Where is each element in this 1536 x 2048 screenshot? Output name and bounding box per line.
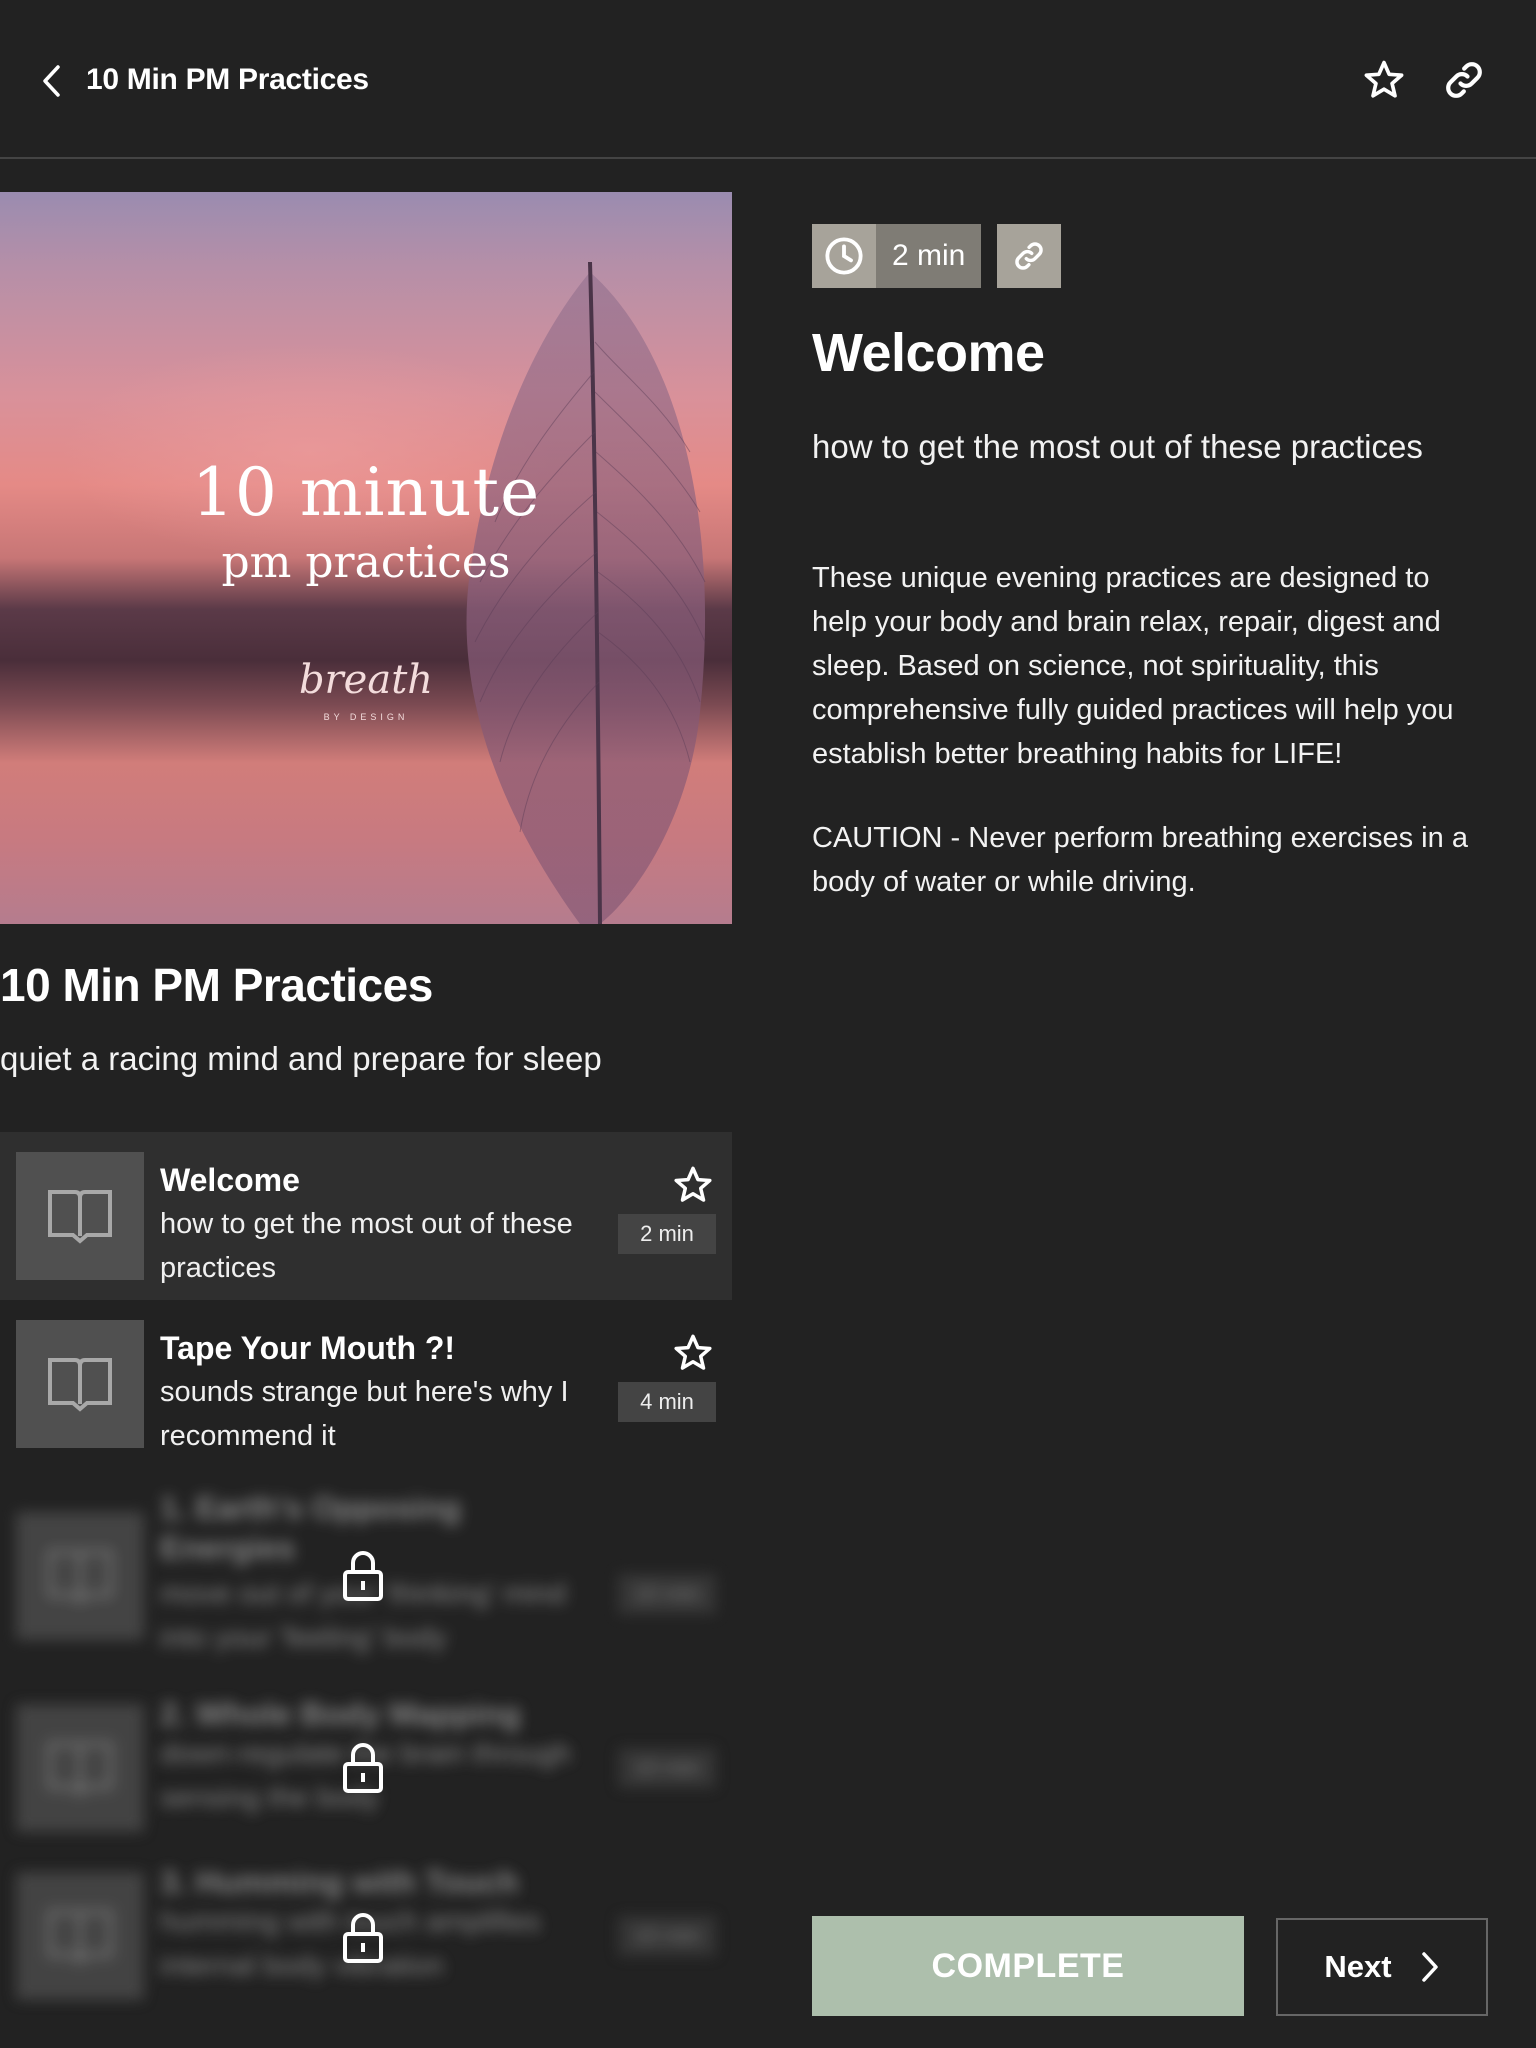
lesson-thumbnail xyxy=(16,1320,144,1448)
book-open-icon xyxy=(48,1358,112,1412)
book-open-icon xyxy=(48,1742,112,1796)
favorite-button[interactable] xyxy=(1360,56,1408,104)
lesson-description: These unique evening practices are desig… xyxy=(812,556,1492,904)
next-label: Next xyxy=(1324,1949,1392,1984)
lesson-page: 10 Min PM Practices 10 minute pm practic… xyxy=(0,0,1536,2048)
lesson-duration: 10 min xyxy=(618,1916,716,1956)
copy-link-button[interactable] xyxy=(997,224,1062,288)
lesson-thumbnail xyxy=(16,1152,144,1280)
cover-subtitle: pm practices xyxy=(221,537,511,588)
course-cover-image: 10 minute pm practices breath BY DESIGN xyxy=(0,192,732,924)
lock-icon xyxy=(341,1740,385,1796)
cover-title: 10 minute xyxy=(191,454,541,531)
clock-icon xyxy=(825,237,863,275)
lesson-item[interactable]: Welcome how to get the most out of these… xyxy=(0,1132,732,1300)
locked-lesson-item[interactable]: 1. Earth's Opposing Energies move out of… xyxy=(0,1480,732,1670)
duration-badge: 2 min xyxy=(812,224,982,288)
star-outline-icon xyxy=(674,1334,712,1370)
lesson-subtitle: sounds strange but here's why I recommen… xyxy=(160,1376,569,1452)
lesson-favorite-button[interactable] xyxy=(668,1160,718,1210)
chevron-right-icon xyxy=(1421,1952,1438,1982)
lesson-thumbnail xyxy=(16,1872,144,2000)
lock-icon xyxy=(341,1548,385,1604)
book-open-icon xyxy=(48,1190,112,1244)
star-outline-icon xyxy=(674,1166,712,1202)
lesson-detail-subtitle: how to get the most out of these practic… xyxy=(812,428,1423,465)
lesson-detail-title: Welcome xyxy=(812,323,1045,383)
book-open-icon xyxy=(48,1550,112,1604)
lesson-thumbnail xyxy=(16,1512,144,1640)
lesson-title: 1. Earth's Opposing Energies xyxy=(160,1490,461,1566)
lesson-duration: 10 min xyxy=(618,1748,716,1788)
star-outline-icon xyxy=(1364,60,1404,98)
next-button[interactable]: Next xyxy=(1276,1918,1488,2016)
lesson-duration: 2 min xyxy=(618,1214,716,1254)
book-open-icon xyxy=(48,1910,112,1964)
brand-logo-subtext: BY DESIGN xyxy=(323,712,409,722)
share-link-button[interactable] xyxy=(1440,56,1488,104)
caution-paragraph: CAUTION - Never perform breathing exerci… xyxy=(812,822,1468,898)
lesson-favorite-button[interactable] xyxy=(668,1328,718,1378)
locked-lesson-item[interactable]: 2. Whole Body Mapping down-regulate the … xyxy=(0,1690,732,1860)
back-button[interactable] xyxy=(36,58,68,104)
lesson-title: Tape Your Mouth ?! xyxy=(160,1330,456,1366)
header-title: 10 Min PM Practices xyxy=(86,63,369,96)
link-icon xyxy=(1015,242,1044,270)
lesson-thumbnail xyxy=(16,1704,144,1832)
description-paragraph: These unique evening practices are desig… xyxy=(812,562,1454,770)
complete-button[interactable]: COMPLETE xyxy=(812,1916,1244,2016)
duration-text: 2 min xyxy=(876,224,982,288)
lesson-subtitle: how to get the most out of these practic… xyxy=(160,1208,573,1284)
clock-icon-container xyxy=(812,224,876,288)
lesson-title: 3. Humming with Touch xyxy=(160,1864,519,1900)
lesson-duration: 4 min xyxy=(618,1382,716,1422)
locked-lesson-item[interactable]: 3. Humming with Touch humming with touch… xyxy=(0,1858,732,2048)
lock-icon xyxy=(341,1910,385,1966)
course-subtitle: quiet a racing mind and prepare for slee… xyxy=(0,1040,602,1077)
lesson-duration: 10 min xyxy=(618,1574,716,1614)
top-bar: 10 Min PM Practices xyxy=(0,0,1536,159)
link-icon xyxy=(1446,62,1482,98)
lesson-meta-row: 2 min xyxy=(812,224,1062,288)
lesson-item[interactable]: Tape Your Mouth ?! sounds strange but he… xyxy=(0,1300,732,1468)
brand-logo: breath xyxy=(298,657,434,703)
chevron-left-icon xyxy=(43,65,60,97)
lesson-title: 2. Whole Body Mapping xyxy=(160,1696,521,1732)
lesson-title: Welcome xyxy=(160,1162,300,1198)
course-title: 10 Min PM Practices xyxy=(0,959,433,1011)
